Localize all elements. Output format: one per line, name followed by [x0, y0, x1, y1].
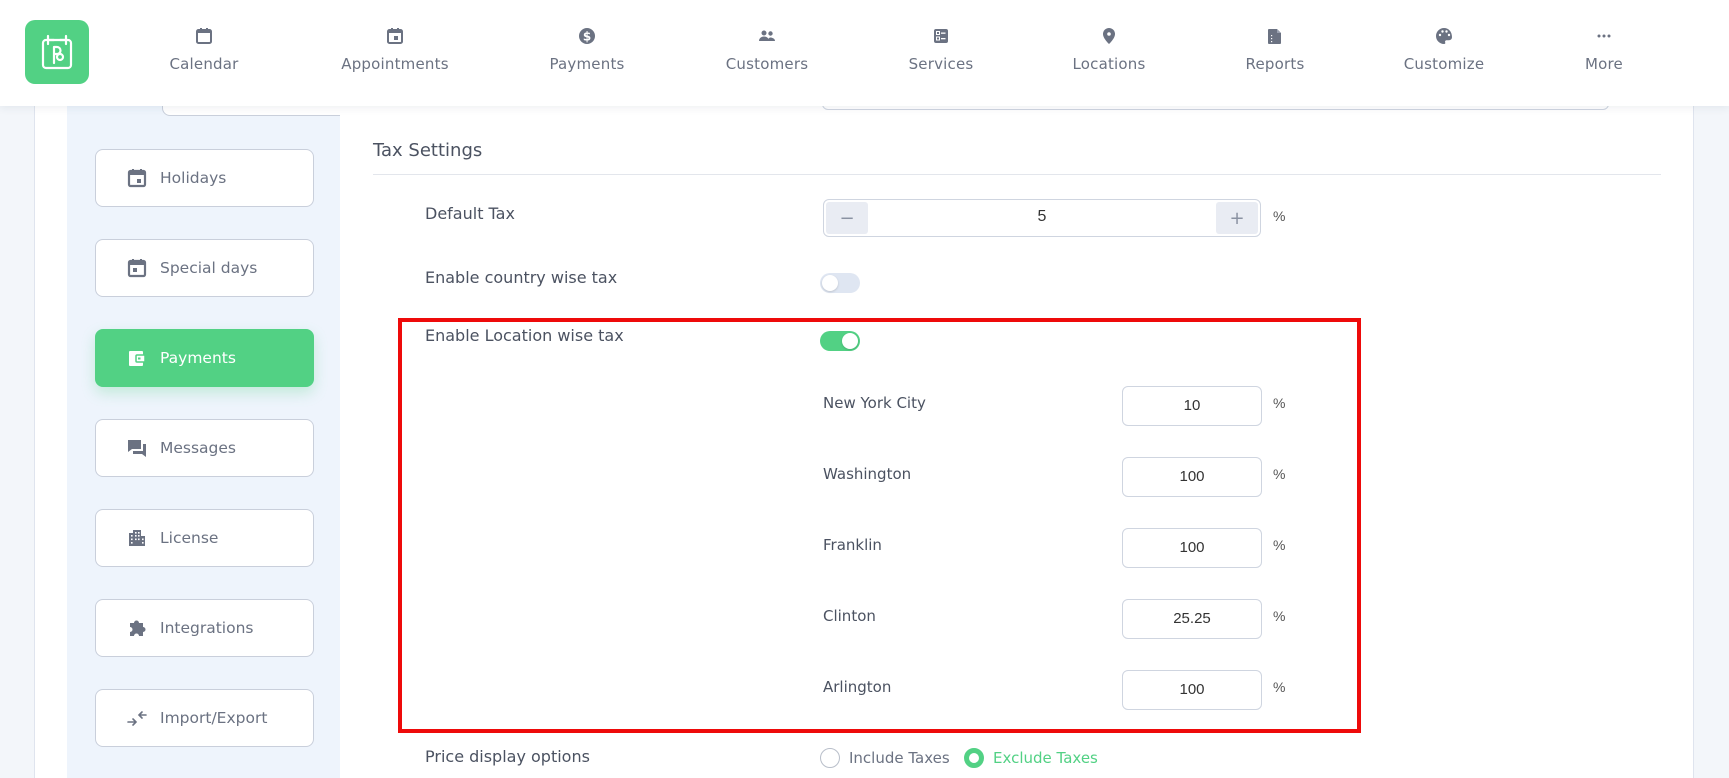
location-name: Washington: [823, 465, 912, 483]
top-navigation: Calendar Appointments $ Payments Custome…: [0, 0, 1729, 106]
toggle-knob: [822, 275, 838, 291]
services-icon: [866, 26, 1016, 48]
sidebar-item-integrations[interactable]: Integrations: [95, 599, 314, 657]
wallet-icon: [126, 347, 148, 369]
nav-locations[interactable]: Locations: [1034, 26, 1184, 73]
nav-reports[interactable]: Reports: [1200, 26, 1350, 73]
default-tax-stepper: − 5 +: [823, 199, 1261, 237]
percent-unit: %: [1273, 679, 1286, 695]
import-export-icon: [126, 707, 148, 729]
percent-unit: %: [1273, 608, 1286, 624]
sidebar-item-special-days[interactable]: Special days: [95, 239, 314, 297]
calendar-icon: [126, 167, 148, 189]
percent-unit: %: [1273, 537, 1286, 553]
settings-content: [340, 0, 1693, 778]
price-display-label: Price display options: [425, 747, 590, 766]
location-pin-icon: [1034, 26, 1184, 48]
sidebar-item-license[interactable]: License: [95, 509, 314, 567]
report-icon: [1200, 26, 1350, 48]
sidebar-item-payments[interactable]: Payments: [95, 329, 314, 387]
location-name: Clinton: [823, 607, 876, 625]
sidebar-item-import-export[interactable]: Import/Export: [95, 689, 314, 747]
building-icon: [126, 527, 148, 549]
location-wise-tax-label: Enable Location wise tax: [425, 326, 624, 345]
percent-unit: %: [1273, 208, 1286, 224]
location-name: Franklin: [823, 536, 882, 554]
radio-circle: [964, 748, 984, 768]
country-wise-tax-label: Enable country wise tax: [425, 268, 618, 287]
location-tax-input[interactable]: 100: [1122, 670, 1262, 710]
exclude-taxes-radio[interactable]: Exclude Taxes: [964, 748, 1098, 768]
section-title: Tax Settings: [373, 140, 483, 161]
nav-appointments[interactable]: Appointments: [320, 26, 470, 73]
include-taxes-radio[interactable]: Include Taxes: [820, 748, 950, 768]
nav-payments[interactable]: $ Payments: [512, 26, 662, 73]
users-icon: [692, 26, 842, 48]
section-divider: [373, 174, 1661, 175]
more-dots-icon: [1529, 26, 1679, 48]
chat-icon: [126, 437, 148, 459]
puzzle-icon: [126, 617, 148, 639]
default-tax-label: Default Tax: [425, 204, 515, 223]
percent-unit: %: [1273, 466, 1286, 482]
default-tax-input[interactable]: 5: [870, 200, 1214, 236]
nav-more[interactable]: More: [1529, 26, 1679, 73]
location-name: New York City: [823, 394, 926, 412]
sidebar-item-messages[interactable]: Messages: [95, 419, 314, 477]
radio-circle: [820, 748, 840, 768]
calendar-icon: [126, 257, 148, 279]
location-name: Arlington: [823, 678, 892, 696]
location-tax-input[interactable]: 10: [1122, 386, 1262, 426]
percent-unit: %: [1273, 395, 1286, 411]
dollar-circle-icon: $: [512, 26, 662, 48]
calendar-event-icon: [320, 26, 470, 48]
toggle-knob: [842, 333, 858, 349]
app-logo[interactable]: [25, 20, 89, 84]
location-tax-input[interactable]: 25.25: [1122, 599, 1262, 639]
calendar-icon: [129, 26, 279, 48]
nav-customize[interactable]: Customize: [1369, 26, 1519, 73]
palette-icon: [1369, 26, 1519, 48]
decrement-button[interactable]: −: [826, 202, 868, 234]
location-wise-tax-toggle[interactable]: [820, 331, 860, 351]
nav-calendar[interactable]: Calendar: [129, 26, 279, 73]
increment-button[interactable]: +: [1216, 202, 1258, 234]
settings-sidebar: [67, 0, 381, 778]
country-wise-tax-toggle[interactable]: [820, 273, 860, 293]
sidebar-item-holidays[interactable]: Holidays: [95, 149, 314, 207]
nav-customers[interactable]: Customers: [692, 26, 842, 73]
nav-services[interactable]: Services: [866, 26, 1016, 73]
svg-text:$: $: [583, 30, 591, 44]
location-tax-input[interactable]: 100: [1122, 457, 1262, 497]
location-tax-input[interactable]: 100: [1122, 528, 1262, 568]
